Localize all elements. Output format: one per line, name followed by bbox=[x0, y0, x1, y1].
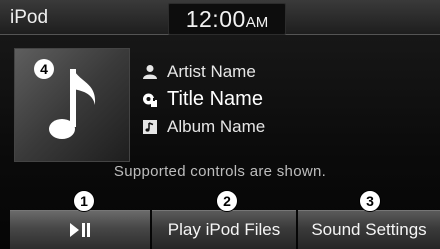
album-art: 4 bbox=[14, 48, 130, 162]
clock: 12:00AM bbox=[168, 3, 286, 35]
title-name: Title Name bbox=[167, 88, 263, 110]
artist-row: Artist Name bbox=[142, 62, 256, 82]
artist-name: Artist Name bbox=[167, 62, 256, 81]
play-pause-button[interactable] bbox=[10, 210, 150, 249]
play-pause-icon bbox=[70, 223, 90, 237]
sound-settings-button[interactable]: Sound Settings bbox=[298, 210, 440, 249]
callout-3: 3 bbox=[359, 190, 381, 212]
supported-controls-notice: Supported controls are shown. bbox=[113, 163, 327, 180]
album-name: Album Name bbox=[167, 117, 266, 136]
source-label: iPod bbox=[10, 7, 49, 28]
callout-4: 4 bbox=[34, 59, 54, 79]
play-ipod-files-button[interactable]: Play iPod Files bbox=[152, 210, 296, 249]
person-icon bbox=[143, 65, 157, 79]
album-row: Album Name bbox=[142, 117, 265, 137]
album-icon bbox=[143, 120, 157, 134]
callout-1: 1 bbox=[73, 190, 95, 212]
callout-2: 2 bbox=[216, 190, 238, 212]
clock-time: 12:00 bbox=[185, 6, 246, 32]
status-bar: iPod 12:00AM bbox=[0, 0, 440, 35]
song-title-icon bbox=[143, 93, 157, 107]
title-row: Title Name bbox=[142, 88, 263, 111]
music-note-icon bbox=[49, 69, 96, 139]
clock-ampm: AM bbox=[245, 14, 269, 31]
ipod-screen: iPod 12:00AM 4 Artist Name Title Name Al… bbox=[0, 0, 440, 249]
